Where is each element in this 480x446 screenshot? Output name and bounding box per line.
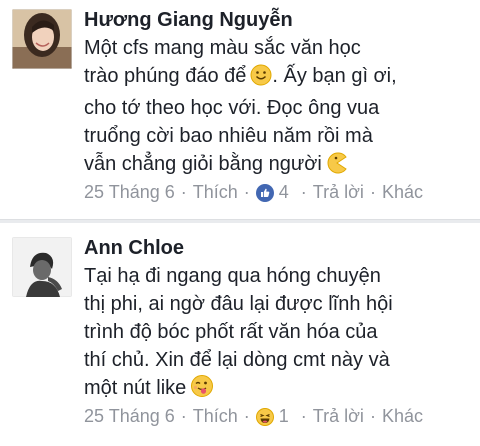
comment-item: Ann Chloe Tại hạ đi ngang qua hóng chuyệ… bbox=[0, 0, 480, 446]
laughing-icon bbox=[255, 407, 274, 426]
separator: · bbox=[369, 406, 376, 426]
reply-button[interactable]: Trả lời bbox=[313, 406, 364, 427]
comment-meta: 25 Tháng 6 · Thích · 1 · Trả lời · Khác bbox=[84, 406, 423, 427]
separator: · bbox=[243, 406, 250, 426]
separator: · bbox=[180, 406, 187, 426]
comment-line: thí chủ. Xin để lại dòng cmt này và bbox=[84, 349, 390, 371]
separator: · bbox=[300, 406, 307, 426]
reaction-summary[interactable]: 1 bbox=[255, 406, 289, 427]
comment-date[interactable]: 25 Tháng 6 bbox=[84, 406, 175, 427]
like-button[interactable]: Thích bbox=[193, 406, 238, 427]
comment-line: Tại hạ đi ngang qua hóng chuyện bbox=[84, 265, 381, 287]
comment-author[interactable]: Ann Chloe bbox=[84, 237, 184, 260]
comment-text: Tại hạ đi ngang qua hóng chuyện thị phi,… bbox=[84, 262, 474, 406]
avatar[interactable] bbox=[12, 237, 72, 297]
comment-line: trình độ bóc phốt rất văn hóa của bbox=[84, 321, 378, 343]
comment-line: một nút like bbox=[84, 374, 474, 406]
comment-line-text: một nút like bbox=[84, 377, 187, 399]
tongue-wink-emoji-icon bbox=[190, 374, 214, 406]
comment-line: thị phi, ai ngờ đâu lại được lĩnh hội bbox=[84, 293, 393, 315]
reaction-count: 1 bbox=[278, 406, 289, 426]
more-button[interactable]: Khác bbox=[382, 406, 423, 427]
